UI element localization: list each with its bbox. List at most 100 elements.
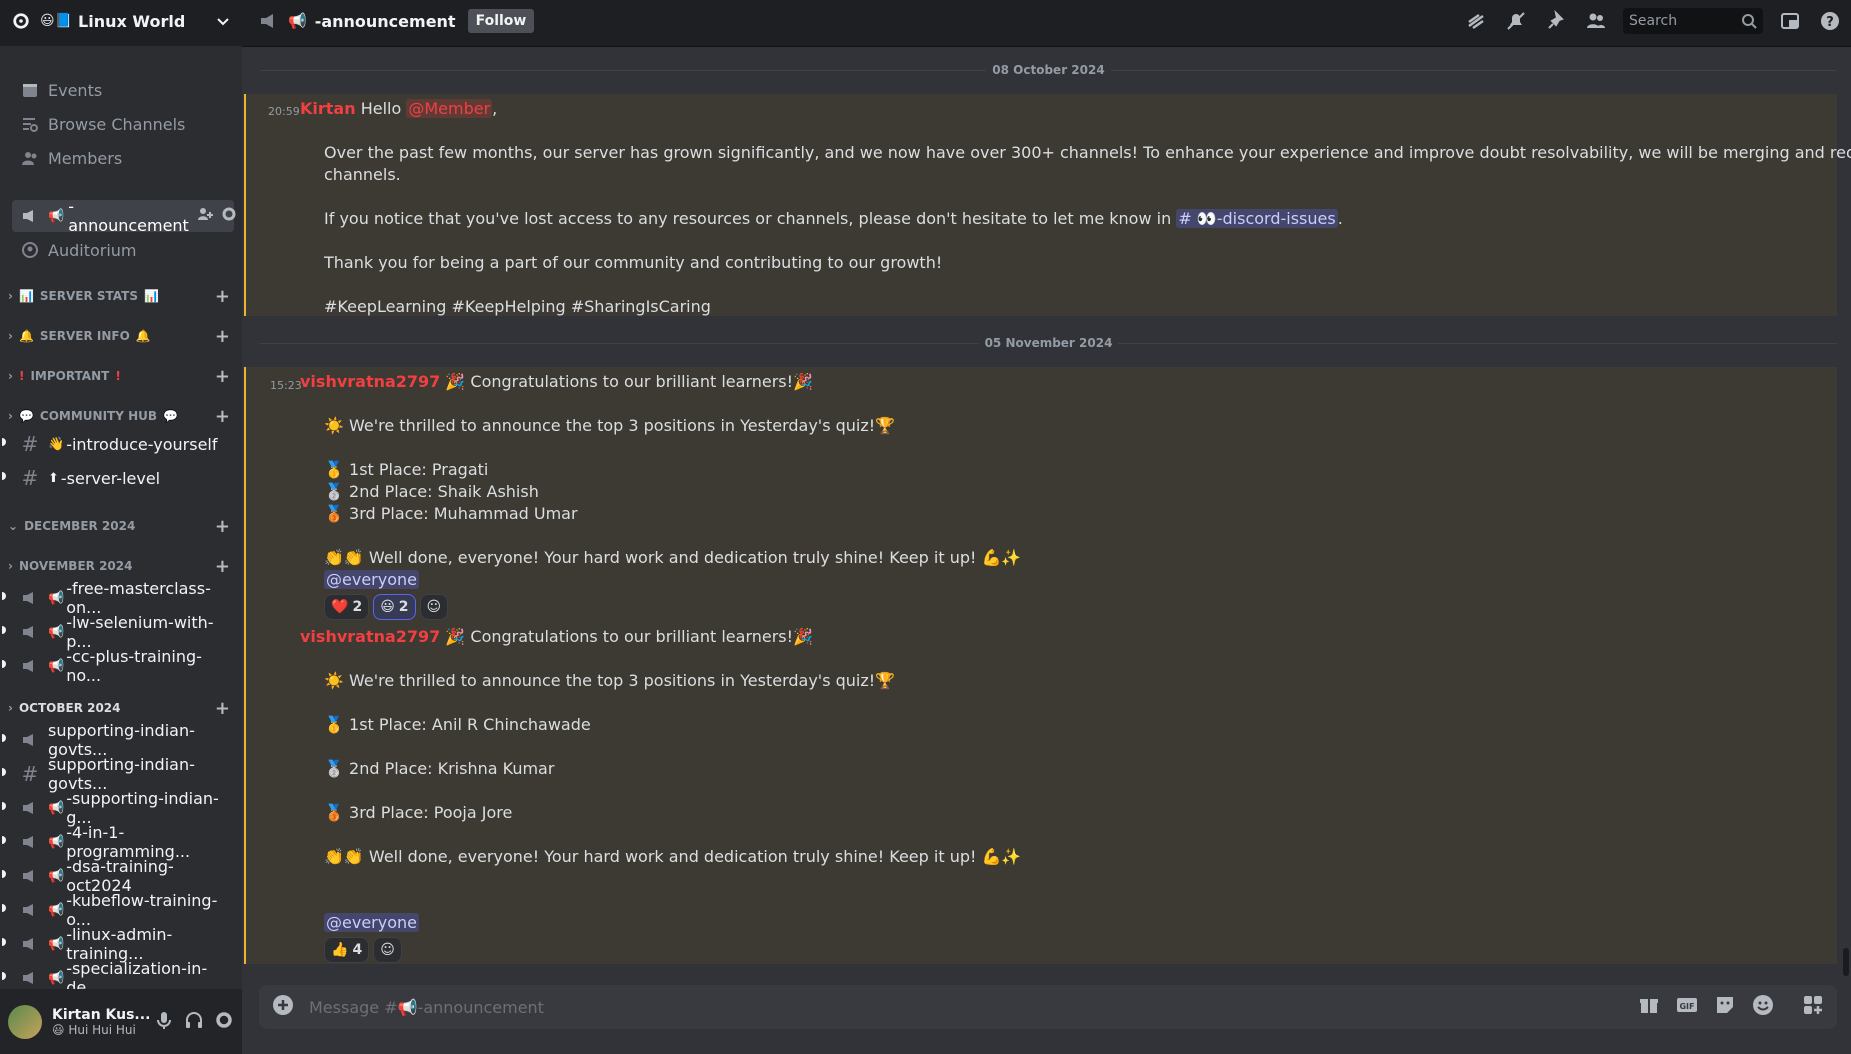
unread-indicator xyxy=(2,626,6,634)
channel-settings-icon[interactable] xyxy=(221,206,237,226)
server-settings-icon[interactable] xyxy=(12,12,30,30)
message-text: 👏👏 Well done, everyone! Your hard work a… xyxy=(324,548,1022,567)
category-community-hub[interactable]: › 💬 COMMUNITY HUB 💬 + xyxy=(8,406,230,427)
date-label: 08 October 2024 xyxy=(992,63,1105,77)
sidebar-item-auditorium[interactable]: Auditorium xyxy=(12,234,234,266)
member-list-icon[interactable] xyxy=(1583,8,1609,34)
category-december[interactable]: ⌄ DECEMBER 2024 + xyxy=(8,516,230,537)
sidebar-item-label: Browse Channels xyxy=(48,114,186,134)
wave-emoji-icon: 👋 xyxy=(48,436,65,452)
add-reaction-button[interactable]: ☺ xyxy=(373,937,402,963)
sidebar-item-channel[interactable]: 📢 -free-masterclass-on... xyxy=(12,579,234,617)
sidebar-item-channel[interactable]: 📢 -dsa-training-oct2024 xyxy=(12,857,234,895)
category-november[interactable]: › NOVEMBER 2024 + xyxy=(8,556,230,577)
reaction-smile[interactable]: 😃 2 xyxy=(373,594,416,620)
message-vishvratna-2[interactable]: vishvratna2797 🎉 Congratulations to our … xyxy=(242,622,1851,964)
sidebar-item-introduce-yourself[interactable]: # 👋 -introduce-yourself xyxy=(12,428,234,460)
exclamation-emoji-icon: ! xyxy=(18,369,25,383)
reaction-heart[interactable]: ❤️ 2 xyxy=(324,594,370,620)
date-label: 05 November 2024 xyxy=(984,336,1113,350)
gif-icon[interactable]: GIF xyxy=(1675,993,1699,1021)
role-mention[interactable]: @Member xyxy=(406,99,493,118)
add-reaction-button[interactable]: ☺ xyxy=(419,594,449,620)
megaphone-icon xyxy=(20,798,40,818)
create-channel-icon[interactable]: + xyxy=(215,326,230,347)
message-author[interactable]: vishvratna2797 xyxy=(300,372,440,391)
top-bar: 😃📘 Linux World 📢 -announcement Follow Se… xyxy=(0,0,1851,47)
megaphone-icon xyxy=(20,832,40,852)
unread-indicator xyxy=(2,660,6,668)
search-icon xyxy=(1742,14,1757,29)
user-settings-icon[interactable] xyxy=(214,1010,234,1034)
message-text: #KeepLearning #KeepHelping #SharingIsCar… xyxy=(324,297,711,316)
sidebar-item-channel[interactable]: 📢 -specialization-in-de... xyxy=(12,959,234,989)
sidebar-item-members[interactable]: Members xyxy=(12,142,234,174)
server-header[interactable]: 😃📘 Linux World xyxy=(0,0,242,42)
sidebar-item-label: -dsa-training-oct2024 xyxy=(66,857,174,895)
sidebar-item-events[interactable]: Events xyxy=(12,74,234,106)
follow-button[interactable]: Follow xyxy=(467,9,535,33)
speech-bubble-emoji-icon: 💬 xyxy=(163,409,178,423)
add-attachment-icon[interactable] xyxy=(271,993,295,1021)
sidebar-item-channel[interactable]: 📢 -kubeflow-training-o... xyxy=(12,891,234,929)
message-kirtan[interactable]: 20:59 Kirtan Hello @Member, Over the pas… xyxy=(242,94,1851,316)
sidebar-item-label: -linux-admin-training... xyxy=(66,925,173,963)
message-vishvratna-1[interactable]: 15:23 vishvratna2797 🎉 Congratulations t… xyxy=(242,367,1851,620)
gift-icon[interactable] xyxy=(1637,993,1661,1021)
create-channel-icon[interactable]: + xyxy=(215,516,230,537)
sticker-icon[interactable] xyxy=(1713,993,1737,1021)
pin-icon[interactable] xyxy=(1543,8,1569,34)
user-info[interactable]: Kirtan Kus... 😃 Hui Hui Hui xyxy=(52,1007,154,1037)
headphones-icon[interactable] xyxy=(184,1010,204,1034)
microphone-icon[interactable] xyxy=(154,1010,174,1034)
avatar[interactable] xyxy=(8,1004,42,1039)
apps-icon[interactable] xyxy=(1801,993,1825,1021)
everyone-mention[interactable]: @everyone xyxy=(324,570,419,589)
create-channel-icon[interactable]: + xyxy=(215,366,230,387)
sidebar-item-channel[interactable]: 📢 -supporting-indian-g... xyxy=(12,789,234,827)
scrollbar[interactable] xyxy=(1843,46,1849,976)
sidebar-item-channel[interactable]: supporting-indian-govts... xyxy=(12,721,234,759)
hashtag-icon: # xyxy=(21,466,39,490)
create-channel-icon[interactable]: + xyxy=(215,286,230,307)
scrollbar-thumb[interactable] xyxy=(1843,948,1849,976)
add-reaction-icon: ☺ xyxy=(380,942,395,958)
sidebar-item-announcement[interactable]: 📢 -announcement xyxy=(12,197,237,235)
create-invite-icon[interactable] xyxy=(197,206,213,226)
sidebar-item-channel[interactable]: 📢 -cc-plus-training-no... xyxy=(12,647,234,685)
create-channel-icon[interactable]: + xyxy=(215,406,230,427)
category-server-stats[interactable]: › 📊 SERVER STATS 📊 + xyxy=(8,286,230,307)
threads-icon[interactable] xyxy=(1463,8,1489,34)
sidebar-item-channel[interactable]: 📢 -4-in-1-programming... xyxy=(12,823,234,861)
everyone-mention[interactable]: @everyone xyxy=(324,913,419,932)
sidebar-item-channel[interactable]: 📢 -linux-admin-training... xyxy=(12,925,234,963)
chevron-down-icon[interactable] xyxy=(216,14,230,28)
create-channel-icon[interactable]: + xyxy=(215,698,230,719)
notifications-muted-icon[interactable] xyxy=(1503,8,1529,34)
hashtag-icon: # xyxy=(21,762,39,786)
create-channel-icon[interactable]: + xyxy=(215,556,230,577)
category-server-info[interactable]: › 🔔 SERVER INFO 🔔 + xyxy=(8,326,230,347)
message-author[interactable]: Kirtan xyxy=(300,99,356,118)
channel-mention[interactable]: # 👀-discord-issues xyxy=(1176,209,1338,228)
sidebar-item-channel[interactable]: # supporting-indian-govts... xyxy=(12,755,234,793)
sidebar-item-server-level[interactable]: # ⬆ -server-level xyxy=(12,462,234,494)
category-important[interactable]: ›! IMPORTANT! + xyxy=(8,366,230,387)
stage-icon xyxy=(20,240,40,260)
category-october[interactable]: › OCTOBER 2024 + xyxy=(8,698,230,719)
inbox-icon[interactable] xyxy=(1777,8,1803,34)
message-author[interactable]: vishvratna2797 xyxy=(300,627,440,646)
composer-toolbar: GIF xyxy=(1637,993,1775,1021)
channel-sidebar: Events Browse Channels Members 📢 -announ… xyxy=(0,46,242,989)
sidebar-item-channel[interactable]: 📢 -lw-selenium-with-p... xyxy=(12,613,234,651)
header-toolbar: Search ? xyxy=(1463,0,1851,42)
message-input[interactable] xyxy=(307,996,1637,1018)
message-text: 2nd Place: Shaik Ashish xyxy=(349,482,539,501)
help-icon[interactable]: ? xyxy=(1817,8,1843,34)
exclamation-emoji-icon: ! xyxy=(115,369,121,383)
reaction-thumbs-up[interactable]: 👍 4 xyxy=(324,937,370,963)
search-input[interactable]: Search xyxy=(1623,8,1763,34)
sidebar-item-browse-channels[interactable]: Browse Channels xyxy=(12,108,234,140)
message-text: 2nd Place: Krishna Kumar xyxy=(349,759,555,778)
emoji-icon[interactable] xyxy=(1751,993,1775,1021)
